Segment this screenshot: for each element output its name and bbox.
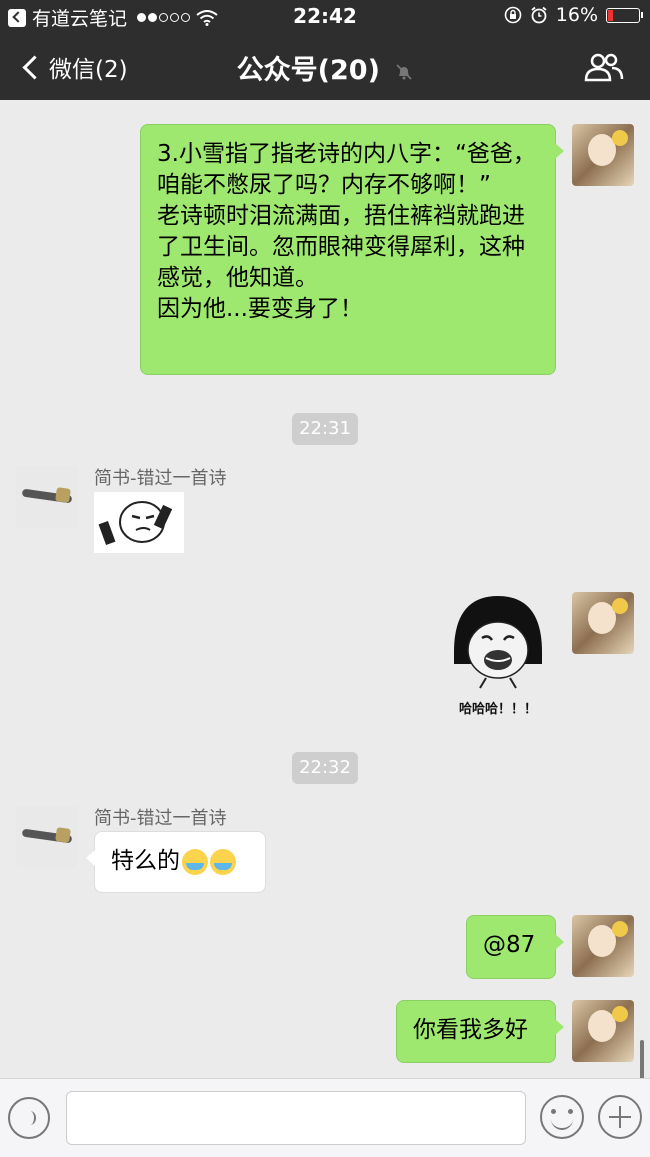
sticker-caption: 哈哈哈！！！ xyxy=(458,702,537,717)
sticker-image[interactable]: 哈哈哈！！！ xyxy=(446,592,550,717)
group-members-icon[interactable] xyxy=(584,52,624,82)
crying-laughing-emoji-icon xyxy=(210,848,236,875)
contact-avatar[interactable] xyxy=(16,806,78,868)
message-text: 你看我多好 xyxy=(413,1017,528,1043)
timestamp: 22:32 xyxy=(292,752,358,784)
message-bubble-other[interactable]: 特么的 xyxy=(86,831,266,893)
sticker-image[interactable] xyxy=(94,492,184,553)
meme-face-icon xyxy=(98,501,173,546)
message-bubble-mine[interactable]: 3.小雪指了指老诗的内八字：“爸爸，咱能不憋尿了吗？内存不够啊！” 老诗顿时泪流… xyxy=(140,124,564,375)
timestamp: 22:31 xyxy=(292,413,358,445)
message-bubble-mine[interactable]: @87 xyxy=(466,915,564,979)
laughing-meme-icon xyxy=(454,596,542,689)
message-text: @87 xyxy=(483,932,536,958)
sender-name: 简书-错过一首诗 xyxy=(94,468,227,489)
message-input[interactable] xyxy=(66,1091,526,1145)
voice-icon[interactable] xyxy=(8,1097,50,1139)
my-avatar[interactable] xyxy=(572,1000,634,1062)
my-avatar[interactable] xyxy=(572,592,634,654)
input-bar xyxy=(0,1078,650,1157)
emoji-icon[interactable] xyxy=(540,1095,584,1139)
alarm-icon xyxy=(531,6,547,24)
mute-icon xyxy=(396,63,412,80)
message-bubble-mine[interactable]: 你看我多好 xyxy=(396,1000,564,1063)
nav-bar: 微信(2) 公众号(20) xyxy=(0,32,650,100)
chat-title: 公众号(20) xyxy=(236,55,380,86)
status-bar: 有道云笔记 22:42 16% xyxy=(0,0,650,32)
my-avatar[interactable] xyxy=(572,915,634,977)
plus-icon[interactable] xyxy=(598,1095,642,1139)
crying-laughing-emoji-icon xyxy=(182,848,208,875)
sender-name: 简书-错过一首诗 xyxy=(94,808,227,829)
chat-title-wrap: 公众号(20) xyxy=(0,48,650,87)
battery-percent: 16% xyxy=(555,4,598,26)
message-text: 特么的 xyxy=(111,848,180,874)
lock-rotation-icon xyxy=(504,6,522,24)
chat-area[interactable]: 3.小雪指了指老诗的内八字：“爸爸，咱能不憋尿了吗？内存不够啊！” 老诗顿时泪流… xyxy=(0,100,650,1096)
my-avatar[interactable] xyxy=(572,124,634,186)
contact-avatar[interactable] xyxy=(16,466,78,528)
battery-icon xyxy=(606,7,643,23)
